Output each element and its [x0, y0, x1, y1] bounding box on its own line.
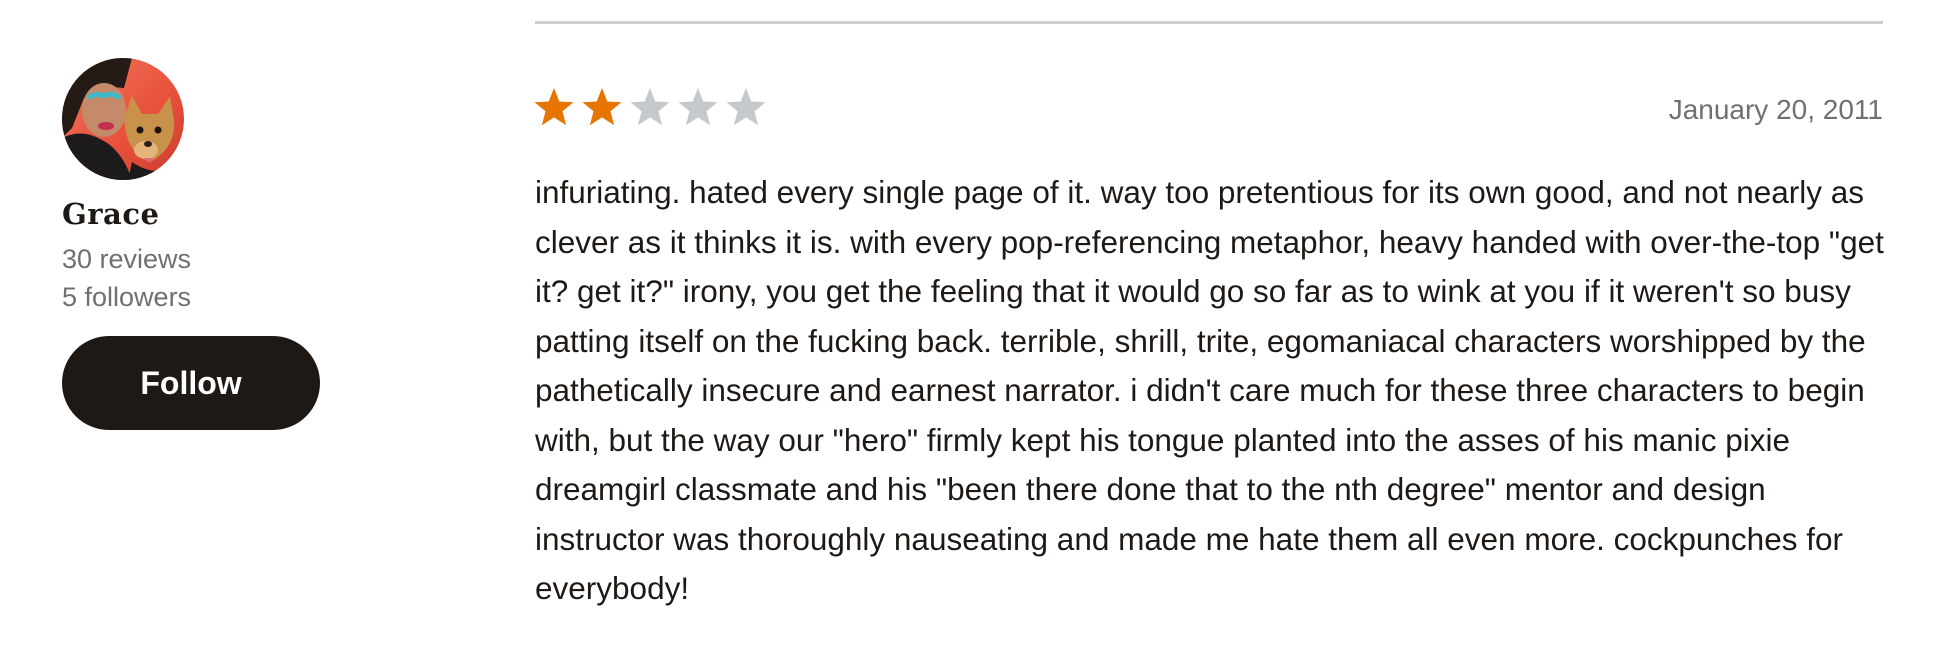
follow-button[interactable]: Follow: [62, 336, 320, 430]
reviewer-stats: 30 reviews 5 followers: [62, 240, 332, 316]
review-card: Grace 30 reviews 5 followers Follow Janu…: [0, 0, 1947, 645]
reviewer-profile: Grace 30 reviews 5 followers Follow: [62, 58, 332, 430]
star-rating: [533, 86, 767, 134]
reviews-count: 30 reviews: [62, 244, 192, 274]
avatar[interactable]: [62, 58, 184, 180]
reviewer-name[interactable]: Grace: [62, 196, 332, 232]
review-text: infuriating. hated every single page of …: [535, 174, 1884, 606]
star-filled-icon[interactable]: [533, 86, 575, 128]
star-filled-icon[interactable]: [581, 86, 623, 128]
star-empty-icon[interactable]: [629, 86, 671, 128]
avatar-photo-icon: [62, 58, 184, 180]
star-empty-icon[interactable]: [725, 86, 767, 128]
review-date[interactable]: January 20, 2011: [1669, 92, 1883, 128]
star-empty-icon[interactable]: [677, 86, 719, 128]
followers-count: 5 followers: [62, 282, 192, 312]
divider: [535, 21, 1883, 24]
